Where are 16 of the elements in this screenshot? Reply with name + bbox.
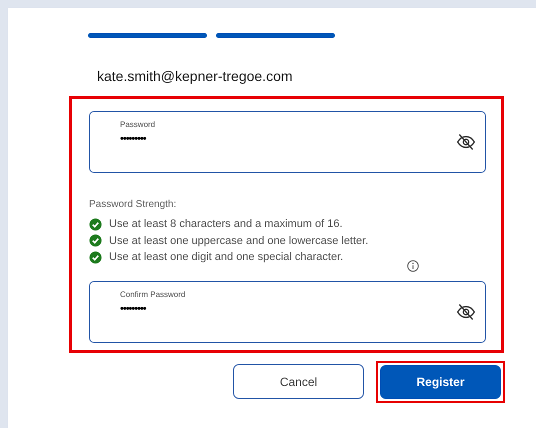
email-text: kate.smith@kepner-tregoe.com [97, 68, 293, 84]
strength-title: Password Strength: [89, 199, 176, 210]
cancel-button[interactable]: Cancel [233, 364, 364, 399]
register-button[interactable]: Register [380, 364, 501, 398]
masked-value: ••••••••• [120, 302, 146, 314]
rule-text: Use at least one uppercase and one lowercase letter. [109, 234, 368, 247]
field-label: Password [120, 120, 156, 129]
password-field[interactable]: Confirm Password ••••••••• [89, 280, 486, 342]
hide-password-icon[interactable] [456, 132, 476, 152]
info-icon[interactable] [407, 260, 419, 272]
masked-value: ••••••••• [120, 133, 146, 145]
password-field[interactable]: Password ••••••••• [89, 111, 486, 173]
field-label: Confirm Password [120, 290, 186, 298]
hide-password-icon[interactable] [456, 302, 476, 322]
rule-text: Use at least one digit and one special character. [109, 251, 344, 264]
rule-text: Use at least 8 characters and a maximum of 16. [109, 218, 343, 230]
